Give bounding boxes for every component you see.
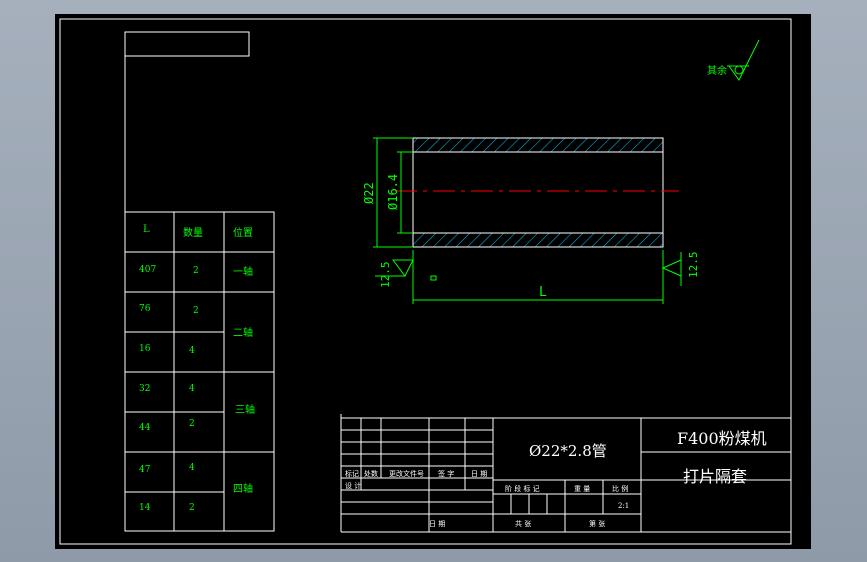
label-stage-mark: 阶 段 标 记 — [505, 484, 540, 493]
label-date: 日 期 — [471, 470, 487, 478]
dim-roughness-right: 12.5 — [687, 252, 700, 279]
table-row-position: 四轴 — [233, 482, 253, 495]
table-row-qty: 2 — [189, 503, 195, 513]
label-design: 设 计 — [345, 481, 361, 490]
table-row-l: 32 — [139, 384, 150, 394]
table-row-l: 44 — [139, 423, 151, 433]
table-row-position: 一轴 — [233, 265, 253, 278]
table-row-qty: 4 — [189, 346, 195, 356]
table-header-l: L — [143, 224, 150, 235]
drawing-canvas: 其余 Ø22 Ø16.4 L 12.5 12.5 L 数量 位置 407 2 一… — [59, 18, 792, 545]
table-header-position: 位置 — [233, 226, 253, 239]
label-scale: 比 例 — [612, 484, 628, 493]
surface-finish-symbol: 其余 — [707, 39, 760, 81]
label-change-doc: 更改文件号 — [389, 469, 424, 478]
tube-wall-top — [412, 137, 664, 153]
dim-length: L — [539, 285, 547, 300]
part-number-box — [124, 31, 250, 57]
table-row-l: 47 — [139, 465, 151, 475]
dimension-lines — [373, 137, 682, 304]
table-row-position: 三轴 — [235, 403, 255, 416]
tube-section — [395, 137, 679, 248]
table-row-qty: 2 — [189, 419, 195, 429]
label-count: 处数 — [364, 469, 378, 478]
table-row-l: 76 — [139, 304, 151, 314]
label-date2: 日 期 — [429, 520, 445, 528]
label-weight: 重 量 — [574, 485, 590, 493]
table-row-position: 二轴 — [233, 326, 253, 339]
drawing-sheet: 其余 Ø22 Ø16.4 L 12.5 12.5 L 数量 位置 407 2 一… — [55, 14, 811, 549]
scale-value: 2:1 — [618, 502, 629, 510]
label-mark: 标记 — [345, 469, 359, 478]
table-row-l: 14 — [139, 503, 151, 513]
label-total-sheets: 共 张 — [515, 519, 531, 528]
surface-finish-note: 其余 — [707, 64, 727, 77]
part-name: Ø22*2.8管 — [529, 442, 607, 460]
part-title: 打片隔套 — [683, 467, 747, 486]
label-signature: 签 字 — [438, 469, 454, 478]
title-block: 标记 处数 更改文件号 签 字 日 期 设 计 日 期 Ø22*2.8管 阶 段… — [340, 414, 792, 533]
length-table: L 数量 位置 407 2 一轴 76 2 二轴 16 4 32 4 三轴 44… — [124, 211, 275, 532]
label-sheet-number: 第 张 — [589, 519, 605, 528]
table-row-l: 16 — [139, 344, 151, 354]
machine-title: F400粉煤机 — [677, 429, 767, 448]
tube-wall-bottom — [412, 232, 664, 248]
table-row-l: 407 — [139, 265, 156, 275]
table-header-qty: 数量 — [183, 226, 203, 239]
table-row-qty: 4 — [189, 463, 195, 473]
table-row-qty: 4 — [189, 384, 195, 394]
dim-outer-diameter: Ø22 — [362, 182, 376, 204]
table-row-qty: 2 — [193, 266, 199, 276]
table-row-qty: 2 — [193, 306, 199, 316]
dim-inner-diameter: Ø16.4 — [386, 174, 400, 210]
dim-roughness-left: 12.5 — [379, 262, 392, 289]
